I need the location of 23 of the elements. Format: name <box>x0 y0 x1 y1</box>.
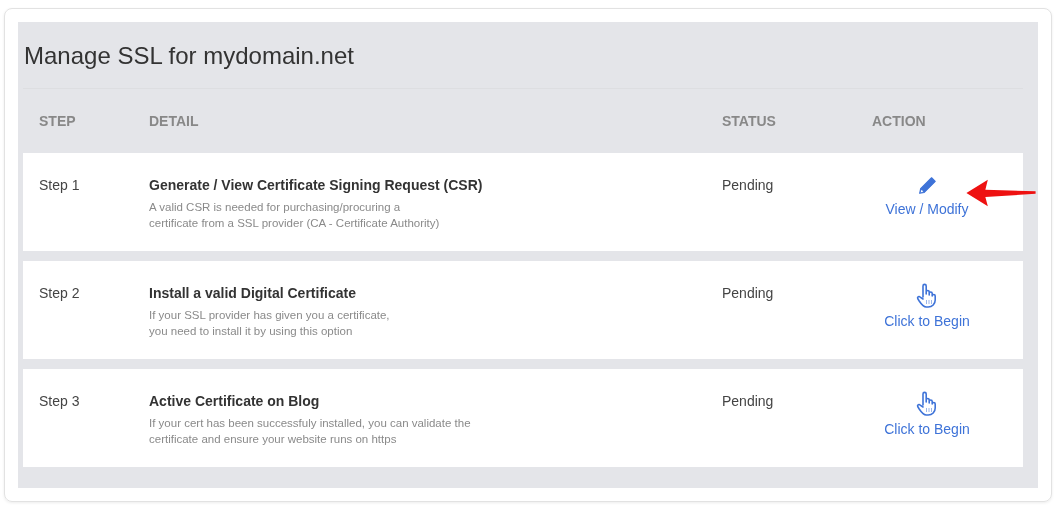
step-title: Generate / View Certificate Signing Request (CSR) <box>149 176 484 195</box>
page-title: Manage SSL for mydomain.net <box>23 41 355 71</box>
column-header: DETAIL <box>149 111 200 131</box>
step-description: If your cert has been successfuly installed, you can validate the certificate and ensure your website runs on https <box>149 416 472 447</box>
action-link[interactable]: Click to Begin <box>884 419 970 440</box>
step-description: If your SSL provider has given you a certificate, you need to install it by using this option <box>149 308 391 339</box>
step-description: A valid CSR is needed for purchasing/procuring a certificate from a SSL provider (CA - Certificate Authority) <box>149 200 441 231</box>
step-title: Install a valid Digital Certificate <box>149 284 357 303</box>
column-header: ACTION <box>871 111 927 131</box>
step-label: Step 3 <box>38 392 81 411</box>
status-text: Pending <box>722 176 775 195</box>
hand-pointer-icon <box>915 283 939 309</box>
action-link[interactable]: Click to Begin <box>884 311 970 332</box>
step-title: Active Certificate on Blog <box>149 392 321 411</box>
action-link[interactable]: View / Modify <box>885 199 969 220</box>
step-label: Step 1 <box>38 176 81 195</box>
hand-pointer-icon <box>915 391 939 417</box>
status-text: Pending <box>722 284 775 303</box>
status-text: Pending <box>722 392 775 411</box>
pencil-icon <box>916 175 938 197</box>
column-header: STEP <box>38 111 77 131</box>
step-label: Step 2 <box>38 284 81 303</box>
column-header: STATUS <box>722 111 777 131</box>
